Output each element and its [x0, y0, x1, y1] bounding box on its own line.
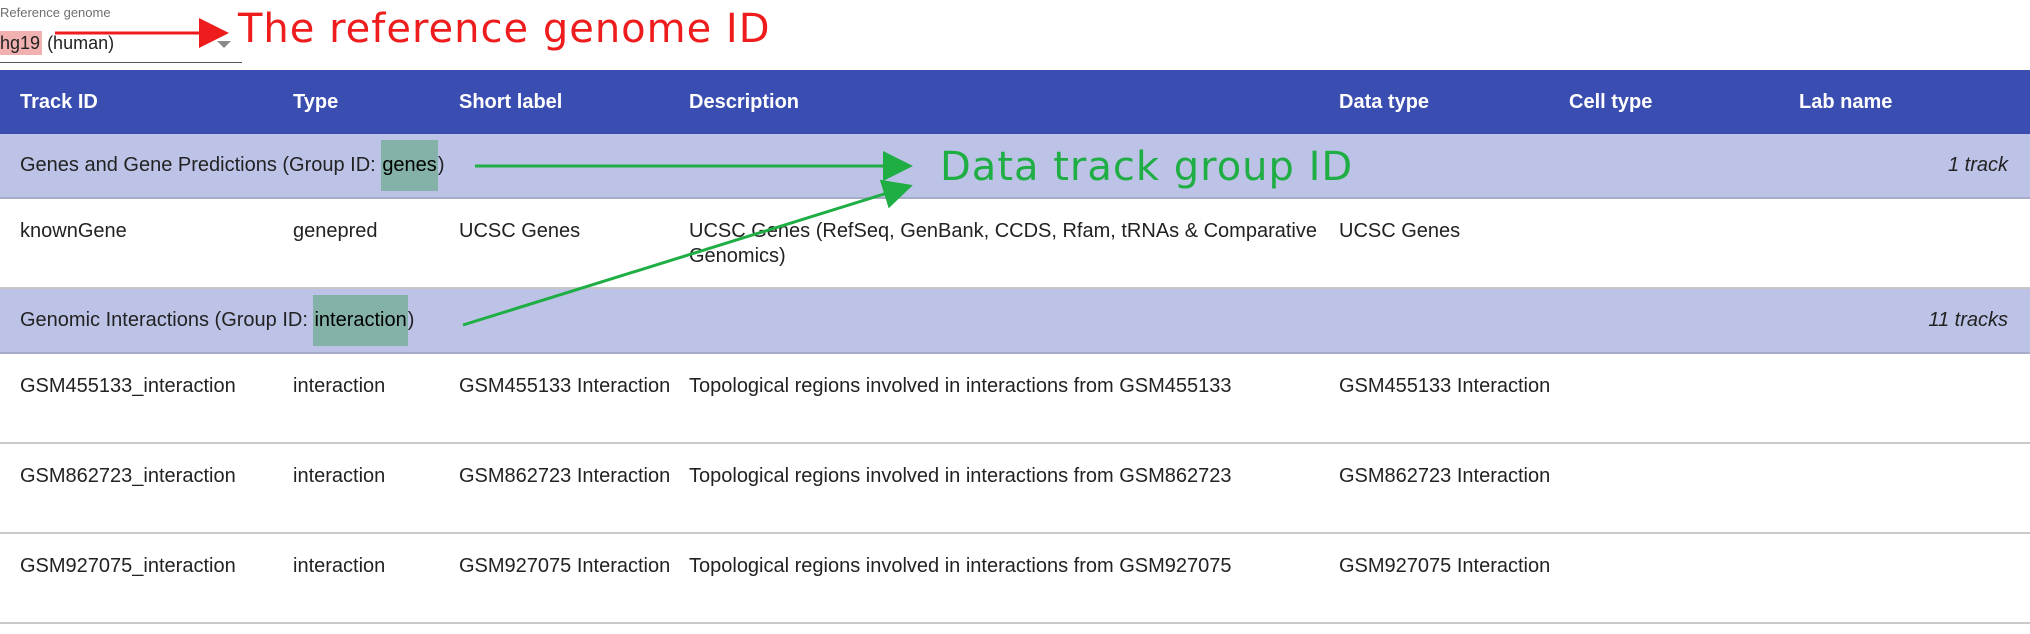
column-header-track-id[interactable]: Track ID — [20, 70, 98, 134]
table-row[interactable]: GSM927075_interaction interaction GSM927… — [0, 534, 2030, 624]
reference-genome-annotation: The reference genome ID — [238, 6, 771, 52]
description-cell: Topological regions involved in interact… — [689, 465, 1232, 487]
type-cell: interaction — [293, 465, 386, 487]
table-row[interactable]: knownGene genepred UCSC Genes UCSC Genes… — [0, 199, 2030, 289]
track-id-cell: knownGene — [20, 220, 127, 242]
column-header-type[interactable]: Type — [293, 70, 338, 134]
group-title-prefix: Genes and Gene Predictions (Group ID: — [20, 154, 382, 176]
short-label-cell: GSM927075 Interaction — [459, 555, 671, 577]
description-cell: UCSC Genes (RefSeq, GenBank, CCDS, Rfam,… — [689, 220, 1317, 267]
track-id-cell: GSM862723_interaction — [20, 465, 236, 487]
data-type-cell: UCSC Genes — [1339, 220, 1461, 242]
group-id-annotation: Data track group ID — [940, 144, 1354, 190]
short-label-cell: UCSC Genes — [459, 220, 581, 242]
description-cell: Topological regions involved in interact… — [689, 555, 1232, 577]
table-row[interactable]: GSM862723_interaction interaction GSM862… — [0, 444, 2030, 534]
data-type-cell: GSM862723 Interaction — [1339, 465, 1551, 487]
type-cell: genepred — [293, 220, 378, 242]
column-header-short-label[interactable]: Short label — [459, 70, 562, 134]
group-title: Genes and Gene Predictions (Group ID: ge… — [20, 134, 444, 197]
group-title-suffix: ) — [407, 309, 415, 331]
reference-genome-select[interactable]: Reference genome hg19 (human) — [0, 0, 242, 66]
reference-genome-name: (human) — [47, 33, 115, 53]
track-id-cell: GSM455133_interaction — [20, 375, 236, 397]
group-title: Genomic Interactions (Group ID: interact… — [20, 289, 414, 352]
type-cell: interaction — [293, 375, 386, 397]
type-cell: interaction — [293, 555, 386, 577]
short-label-cell: GSM862723 Interaction — [459, 465, 671, 487]
group-title-suffix: ) — [437, 154, 445, 176]
table-row[interactable]: GSM455133_interaction interaction GSM455… — [0, 354, 2030, 444]
group-id: genes — [381, 140, 438, 191]
track-id-cell: GSM927075_interaction — [20, 555, 236, 577]
group-id: interaction — [313, 295, 408, 346]
reference-genome-id: hg19 — [0, 31, 43, 55]
group-track-count: 1 track — [1947, 154, 2008, 176]
data-type-cell: GSM455133 Interaction — [1339, 375, 1551, 397]
data-type-cell: GSM927075 Interaction — [1339, 555, 1551, 577]
column-header-description[interactable]: Description — [689, 70, 799, 134]
short-label-cell: GSM455133 Interaction — [459, 375, 671, 397]
group-track-count: 11 tracks — [1928, 309, 2008, 331]
column-header-data-type[interactable]: Data type — [1339, 70, 1429, 134]
group-header-interaction[interactable]: Genomic Interactions (Group ID: interact… — [0, 289, 2030, 354]
reference-genome-value: hg19 (human) — [0, 30, 114, 56]
column-header-lab-name[interactable]: Lab name — [1799, 70, 1892, 134]
group-title-prefix: Genomic Interactions (Group ID: — [20, 309, 314, 331]
table-header: Track ID Type Short label Description Da… — [0, 70, 2030, 134]
dropdown-caret-icon[interactable] — [217, 41, 231, 48]
select-underline — [0, 62, 242, 63]
reference-genome-label: Reference genome — [0, 5, 111, 20]
description-cell: Topological regions involved in interact… — [689, 375, 1232, 397]
column-header-cell-type[interactable]: Cell type — [1569, 70, 1652, 134]
